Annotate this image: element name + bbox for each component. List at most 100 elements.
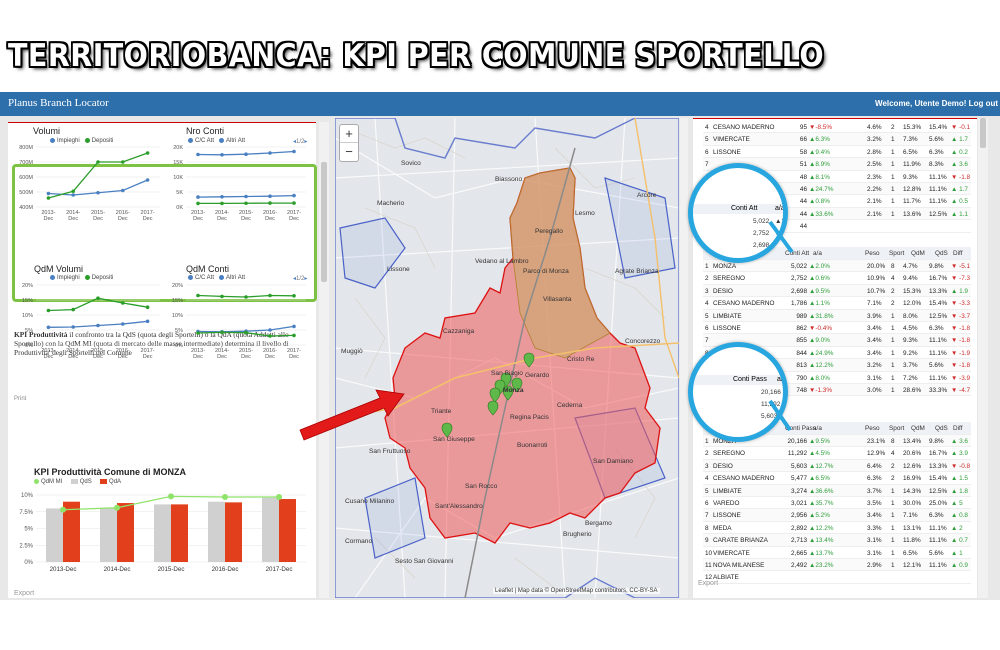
comune-name: LIMBIATE (713, 487, 742, 495)
table-row[interactable]: 3 DESIO 5,603 ▲12.7% 6.4% 2 12.6% 13.3% ▼ -0.8 (703, 459, 971, 473)
nro-conti-pager[interactable]: ◂1/2▸ (293, 138, 307, 145)
column-header: Diff (953, 425, 963, 432)
column-header: QdS (935, 425, 948, 432)
qdm-value: 6.5% (903, 549, 918, 557)
sport-value: 1 (891, 349, 895, 357)
kpi-description: KPI Produttività il confronto tra la QdS… (14, 330, 312, 357)
aa-change: ▼-0.4% (809, 324, 833, 332)
diff-value: ▼ -1.8 (951, 362, 971, 370)
pager-next-icon[interactable]: ▸ (304, 139, 307, 145)
row-index: 7 (705, 337, 709, 345)
diff-value: ▼ -3.3 (951, 300, 971, 308)
table-row[interactable]: 9 CARATE BRIANZA 2,713 ▲13.4% 3.1% 1 11.8% 11.1… (703, 534, 971, 547)
table-row[interactable]: 6 VAREDO 3,021 ▲35.7% 3.5% 1 30.0% 25.0% ▲ 5 (703, 497, 971, 510)
right-scrollbar[interactable] (978, 118, 988, 598)
comune-name: CESANO MADERNO (713, 124, 775, 131)
table-row[interactable]: 6 LISSONE 58 ▲9.4% 2.8% 1 6.5% 6.3% ▲ 0.2 (703, 146, 971, 159)
map-label: Brugherio (563, 531, 592, 538)
legend-label: QdM MI (41, 479, 63, 486)
table-row[interactable]: 3 DESIO 2,698 ▲9.5% 10.7% 2 15.3% 13.3% ▲ 1.9 (703, 284, 971, 298)
qdm-volumi-title: QdM Volumi (34, 264, 84, 274)
peso-value: 10.7% (867, 287, 886, 295)
left-scrollbar[interactable] (319, 122, 329, 598)
qds-value: 11.1% (929, 185, 947, 193)
welcome-logout[interactable]: Welcome, Utente Demo! Log out (875, 99, 998, 108)
conti-value: 844 (796, 349, 807, 357)
qds-value: 6.3% (929, 148, 944, 156)
legend-dot-depositi (84, 138, 90, 143)
map-label: San Giuseppe (433, 436, 475, 443)
conti-value: 790 (796, 374, 807, 382)
left-export-link[interactable]: Export (14, 590, 34, 597)
qds-value: 15.4% (929, 124, 948, 131)
table-row[interactable]: 6 LISSONE 862 ▼-0.4% 3.4% 1 4.5% 6.3% ▼ -1.8 (703, 322, 971, 335)
sport-value: 1 (891, 537, 895, 545)
row-index: 5 (705, 312, 709, 320)
row-index: 1 (705, 438, 709, 445)
table-row[interactable]: 4 CESANO MADERNO 1,786 ▲1.1% 7.1% 2 12.0% 15.4%… (703, 297, 971, 310)
table-row[interactable]: 11 NOVA MILANESE 2,492 ▲23.2% 2.9% 1 12.1% 11.1… (703, 558, 971, 572)
diff-value: ▲ 3.6 (951, 438, 968, 445)
qds-value: 11.1% (929, 337, 947, 345)
column-header: QdM (911, 250, 925, 257)
aa-change: ▲36.6% (809, 487, 834, 495)
aa-change: ▲12.2% (809, 524, 834, 532)
table-row[interactable]: 5 VIMERCATE 66 ▲6.3% 3.2% 1 7.3% 5.6% ▲ 1.7 (703, 133, 971, 146)
top-navbar: Planus Branch Locator Welcome, Utente De… (0, 92, 1000, 116)
diff-value: ▼ -1.9 (951, 349, 971, 357)
table-row[interactable]: 5 LIMBIATE 3,274 ▲36.6% 3.7% 1 14.3% 12.5% ▲ 1.8 (703, 484, 971, 497)
lens-value: 2,752 (753, 230, 770, 237)
sport-value: 8 (891, 438, 895, 445)
right-scrollbar-thumb[interactable] (980, 118, 986, 148)
peso-value: 3.2% (867, 362, 882, 370)
lens-value: 2,698 (753, 242, 770, 249)
sport-value: 1 (891, 136, 895, 144)
peso-value: 3.3% (867, 524, 882, 532)
aa-change: ▲8.9% (809, 161, 830, 169)
map-panel[interactable]: Biassono Arcore Lissone Villasanta Muggi… (335, 118, 679, 598)
sport-value: 1 (891, 324, 895, 332)
qdm-value: 12.6% (903, 462, 922, 470)
table-row[interactable]: 4 CESANO MADERNO 95 ▼-8.5% 4.6% 2 15.3% 15.4% ▼ … (703, 121, 971, 134)
legend-dot-altri-att (219, 275, 225, 280)
map-attribution[interactable]: Leaflet | Map data © OpenStreetMap contr… (493, 588, 660, 594)
column-header: a/a (813, 425, 822, 432)
zoom-out-button[interactable]: − (340, 143, 358, 161)
qds-value: 13.3% (929, 462, 948, 470)
comune-name: DESIO (713, 462, 733, 470)
map-svg[interactable] (335, 118, 679, 598)
qds-value: 15.4% (929, 300, 948, 308)
peso-value: 3.5% (867, 499, 882, 507)
aa-change: ▲33.6% (809, 210, 834, 218)
map-label: San Damiano (593, 458, 633, 465)
zoom-in-button[interactable]: + (340, 125, 358, 143)
qds-value: 11.1% (929, 561, 947, 569)
legend-label: Altri Att (226, 138, 246, 145)
left-scrollbar-thumb[interactable] (321, 162, 327, 282)
table-row[interactable]: 12 ALBIATE (703, 571, 971, 584)
map-scrollbar[interactable] (680, 118, 688, 598)
right-export-link[interactable]: Export (698, 580, 718, 587)
table-row[interactable]: 10 VIMERCATE 2,665 ▲13.7% 3.1% 1 6.5% 5.6% ▲ 1 (703, 547, 971, 559)
table-row[interactable]: 5 LIMBIATE 989 ▲31.8% 3.9% 1 8.0% 12.5% ▼ -3.7 (703, 309, 971, 322)
qdm-volumi-legend: Impieghi Depositi (50, 275, 113, 281)
pager-next-icon[interactable]: ▸ (304, 276, 307, 282)
print-link[interactable]: Print (14, 396, 26, 402)
conti-value: 2,492 (791, 561, 807, 569)
table-row[interactable]: 2 SEREGNO 11,292 ▲4.5% 12.9% 4 20.6% 16.7% ▲ 3.9 (703, 447, 971, 460)
table-row[interactable]: 8 MEDA 2,892 ▲12.2% 3.3% 1 13.1% 11.1% ▲ 2 (703, 522, 971, 535)
conti-value: 3,021 (791, 499, 807, 507)
peso-value: 23.1% (867, 438, 886, 445)
qdm-value: 4.7% (903, 263, 918, 270)
peso-value: 3.7% (867, 487, 882, 495)
comune-name: LIMBIATE (713, 312, 742, 320)
column-header: Peso (865, 425, 880, 432)
diff-value: ▲ 3.9 (951, 450, 968, 458)
qdm-value: 6.5% (903, 148, 918, 156)
table-row[interactable]: 7 LISSONE 2,956 ▲5.2% 3.4% 1 7.1% 6.3% ▲ 0.8 (703, 509, 971, 522)
table-row[interactable]: 2 SEREGNO 2,752 ▲0.6% 10.9% 4 9.4% 16.7% ▼ -7.3 (703, 272, 971, 285)
qdm-conti-pager[interactable]: ◂1/2▸ (293, 275, 307, 282)
qds-value: 5.6% (929, 136, 944, 144)
table-row[interactable]: 4 CESANO MADERNO 5,477 ▲6.5% 6.3% 2 16.9% 15.4%… (703, 472, 971, 485)
app-brand[interactable]: Planus Branch Locator (8, 97, 109, 109)
